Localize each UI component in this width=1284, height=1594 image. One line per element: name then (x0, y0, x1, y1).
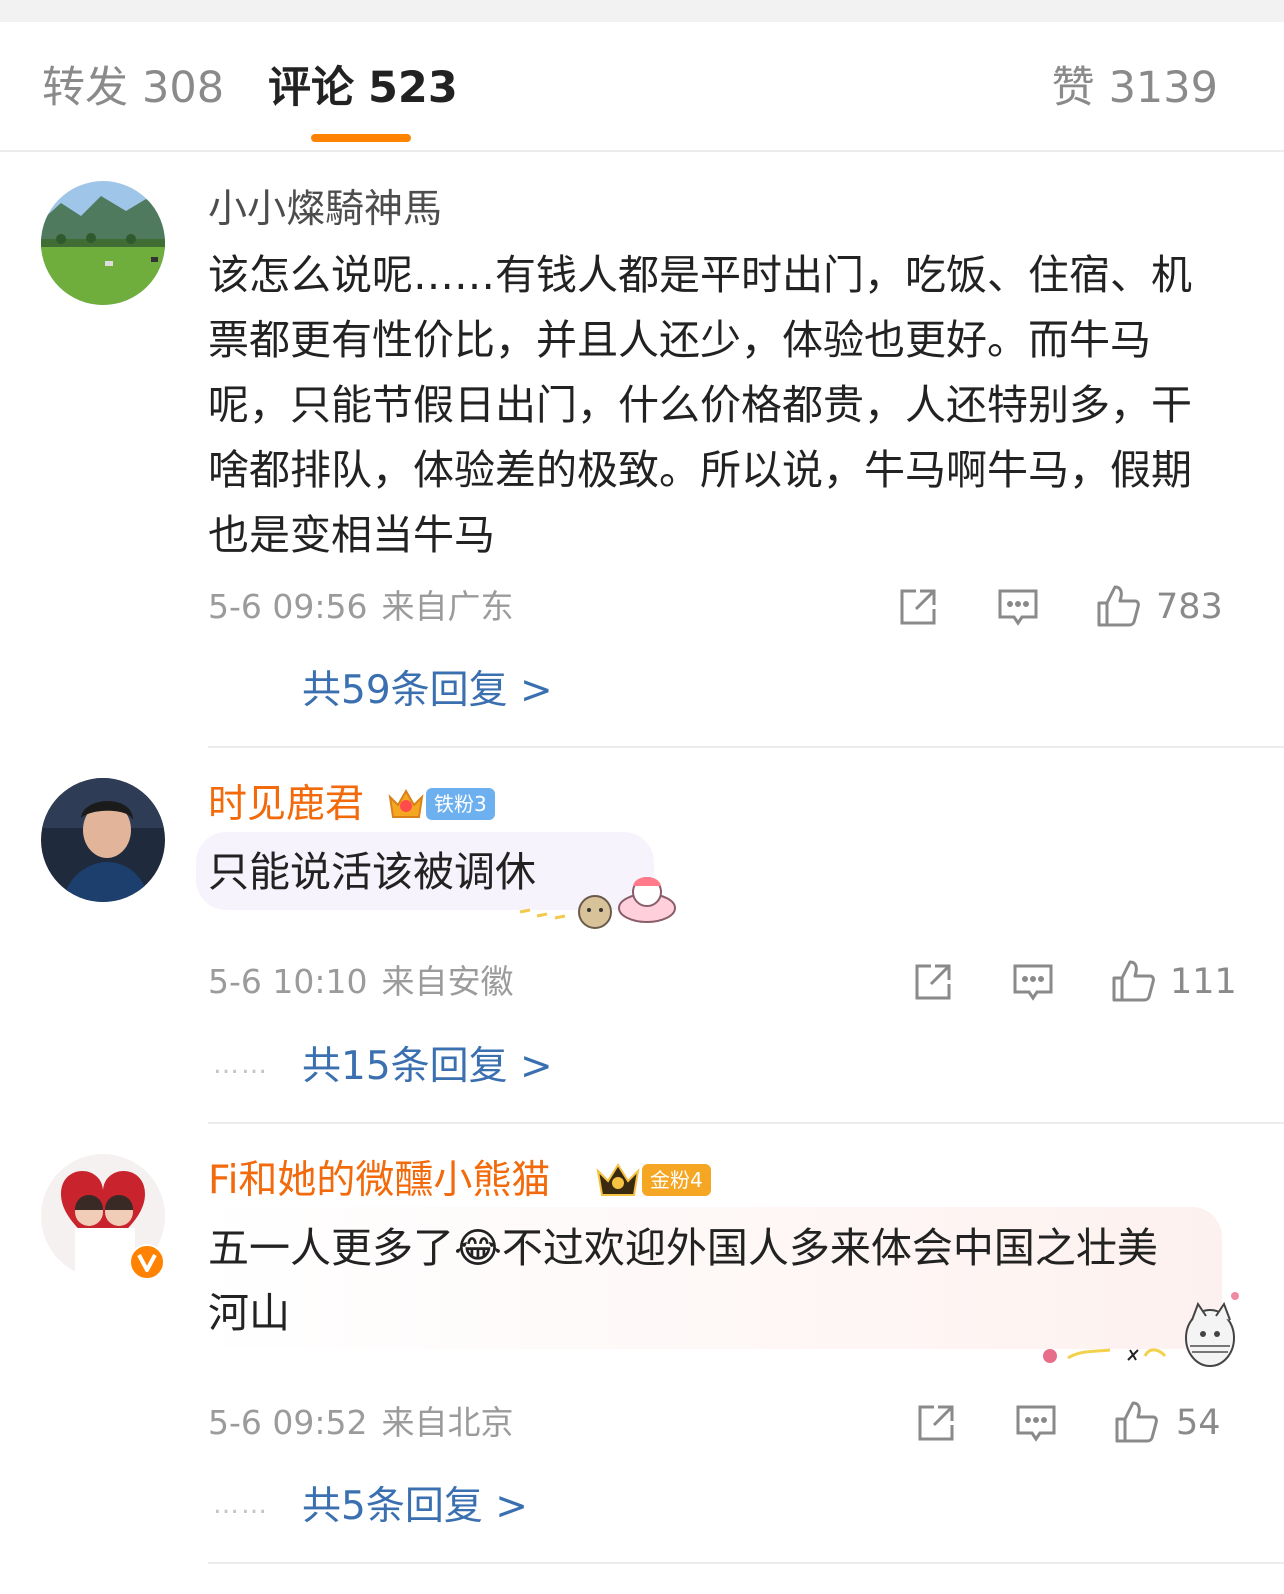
share-icon[interactable] (896, 585, 940, 629)
verified-v-icon (129, 1244, 165, 1280)
bubble-sticker-icon (515, 862, 680, 930)
comment-time: 5-6 10:10 (208, 962, 368, 1001)
comment-text: 只能说活该被调休 (208, 848, 536, 896)
bubble-sticker-icon (1040, 1290, 1245, 1372)
avatar[interactable] (41, 181, 165, 305)
tab-repost-label: 转发 (42, 63, 128, 113)
comment-text-start: 五一人更多了 (208, 1224, 454, 1272)
thumbs-up-icon[interactable] (1113, 1399, 1158, 1443)
share-icon[interactable] (911, 960, 955, 1004)
comment-location: 来自北京 (381, 1403, 514, 1442)
fan-level-label: 铁粉3 (426, 788, 495, 820)
reply-dots: …… (213, 1050, 269, 1080)
comment-meta: 5-6 09:56 来自广东 (208, 585, 514, 629)
avatar[interactable] (41, 778, 165, 902)
tab-like[interactable]: 赞 3139 (1052, 60, 1218, 116)
comment-meta: 5-6 10:10 来自安徽 (208, 960, 514, 1004)
tab-repost[interactable]: 转发 308 (42, 60, 224, 116)
tab-comment[interactable]: 评论 523 (268, 60, 458, 116)
comment-location: 来自安徽 (381, 962, 514, 1001)
like-count: 783 (1156, 587, 1223, 627)
fan-level-label: 金粉4 (642, 1164, 711, 1196)
username[interactable]: Fi和她的微醺小熊猫 (208, 1156, 550, 1206)
comment-time: 5-6 09:52 (208, 1403, 368, 1442)
crown-icon (596, 1163, 640, 1196)
active-tab-indicator (311, 134, 411, 142)
like-count: 54 (1176, 1403, 1221, 1443)
share-icon[interactable] (914, 1401, 958, 1445)
comment-location: 来自广东 (381, 587, 514, 626)
username[interactable]: 时见鹿君 (208, 780, 364, 830)
thumbs-up-icon[interactable] (1095, 583, 1140, 627)
reply-dots: …… (213, 1490, 269, 1520)
laughing-crying-emoji: 😂 (454, 1224, 502, 1272)
tab-like-count: 3139 (1108, 63, 1218, 113)
view-replies-link[interactable]: 共5条回复 > (302, 1482, 528, 1532)
comment-text: 该怎么说呢……有钱人都是平时出门，吃饭、住宿、机票都更有性价比，并且人还少，体验… (208, 251, 1192, 559)
tab-comment-count: 523 (368, 63, 458, 113)
thumbs-up-icon[interactable] (1110, 958, 1155, 1002)
fan-badge: 铁粉3 (386, 786, 495, 822)
divider (208, 746, 1284, 748)
comment-meta: 5-6 09:52 来自北京 (208, 1401, 514, 1445)
username[interactable]: 小小燦騎神馬 (208, 185, 442, 235)
like-count: 111 (1170, 962, 1237, 1002)
divider (208, 1562, 1284, 1564)
tab-bar: 转发 308 评论 523 赞 3139 (0, 22, 1284, 152)
status-strip (0, 0, 1284, 22)
comment-time: 5-6 09:56 (208, 587, 368, 626)
comment-icon[interactable] (1011, 960, 1055, 1004)
view-replies-link[interactable]: 共59条回复 > (302, 666, 553, 716)
tab-repost-count: 308 (142, 63, 225, 113)
view-replies-link[interactable]: 共15条回复 > (302, 1042, 553, 1092)
divider (208, 1122, 1284, 1124)
fan-badge: 金粉4 (594, 1162, 711, 1198)
tab-comment-label: 评论 (268, 63, 354, 113)
crown-icon (388, 788, 424, 818)
comment-icon[interactable] (996, 585, 1040, 629)
tab-like-label: 赞 (1051, 63, 1095, 113)
comment-icon[interactable] (1014, 1401, 1058, 1445)
